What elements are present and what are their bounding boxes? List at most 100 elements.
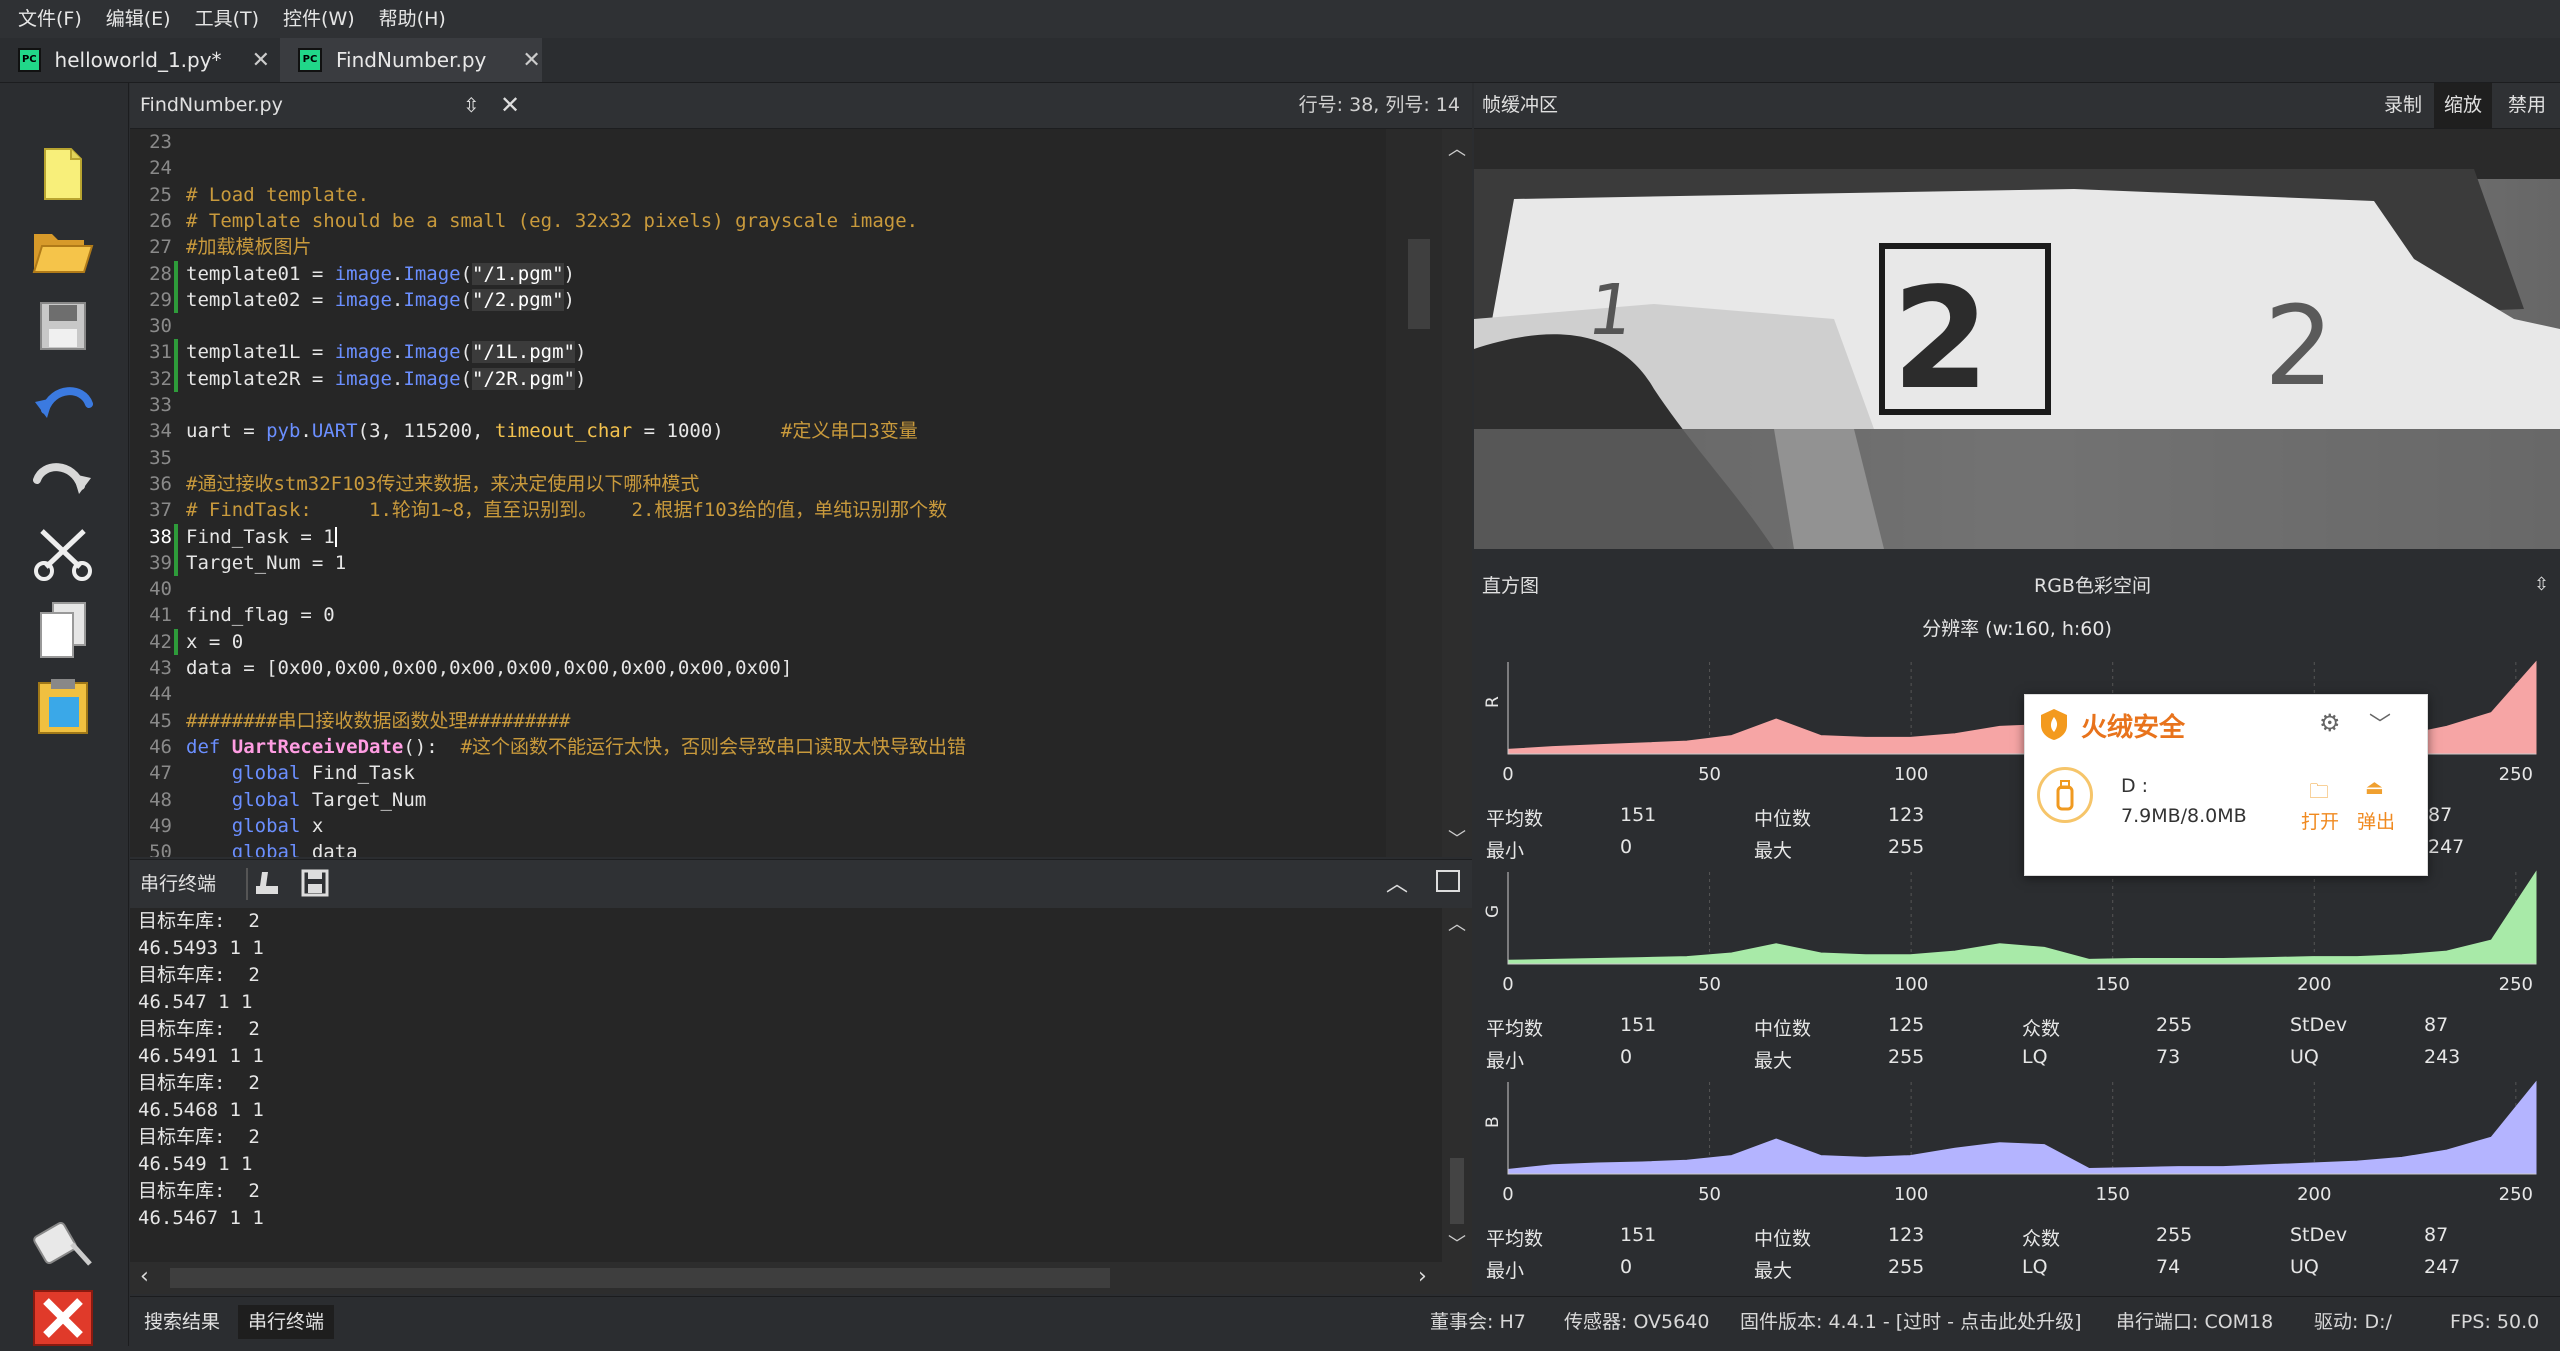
b-lq-label: LQ	[2022, 1256, 2048, 1278]
updown-arrows-icon[interactable]: ⇳	[463, 83, 480, 128]
minimap-viewport[interactable]	[1408, 239, 1430, 329]
save-log-icon[interactable]	[300, 868, 334, 902]
disable-button[interactable]: 禁用	[2498, 83, 2556, 128]
open-folder-icon[interactable]: 🗀	[2309, 777, 2329, 811]
code-line[interactable]: 42 x = 0	[130, 629, 243, 655]
scroll-right-icon[interactable]: ›	[1418, 1264, 1427, 1289]
code-token: Image	[403, 288, 461, 311]
zoom-button[interactable]: 缩放	[2434, 83, 2493, 128]
menu-file[interactable]: 文件(F)	[0, 0, 94, 38]
code-line[interactable]: 35	[130, 445, 186, 471]
code-line[interactable]: 34 uart = pyb.UART(3, 115200, timeout_cha…	[130, 418, 918, 444]
code-line[interactable]: 24	[130, 155, 186, 181]
undo-icon[interactable]	[30, 369, 96, 435]
menu-help[interactable]: 帮助(H)	[367, 0, 458, 38]
close-icon[interactable]: ✕	[500, 83, 520, 128]
eject-icon[interactable]: ⏏	[2365, 775, 2384, 799]
colorspace-select[interactable]: RGB色彩空间	[2034, 564, 2151, 609]
tab-label: helloworld_1.py*	[54, 48, 222, 72]
hscroll-thumb[interactable]	[170, 1268, 1110, 1288]
new-file-icon[interactable]	[30, 141, 96, 207]
select-arrows-icon[interactable]: ⇳	[2534, 574, 2549, 595]
drive-status: 驱动: D:/	[2314, 1311, 2392, 1333]
redo-icon[interactable]	[30, 445, 96, 511]
menu-tools[interactable]: 工具(T)	[183, 0, 271, 38]
terminal-output[interactable]: 目标车库: 2 46.5493 1 1 目标车库: 2 46.547 1 1 目标车库:…	[130, 908, 1442, 1262]
chevron-down-icon[interactable]: ﹀	[2369, 707, 2391, 739]
code-token: "/2R.pgm"	[472, 367, 575, 390]
code-line[interactable]: 43 data = [0x00,0x00,0x00,0x00,0x00,0x00,…	[130, 655, 792, 681]
minimize-panel-icon[interactable]	[1436, 870, 1460, 892]
code-scrollbar[interactable]: ︿ ﹀	[1442, 129, 1472, 857]
change-marker	[174, 339, 178, 366]
g-max-label: 最大	[1754, 1050, 1793, 1072]
collapse-up-icon[interactable]: ︿	[1386, 866, 1408, 898]
open-folder-icon[interactable]	[30, 217, 96, 283]
code-line[interactable]: 25 # Load template.	[130, 182, 369, 208]
connect-icon[interactable]	[30, 1209, 96, 1275]
code-line[interactable]: 45 ########串口接收数据函数处理#########	[130, 708, 570, 734]
code-line[interactable]: 30	[130, 313, 186, 339]
r-median: 123	[1888, 804, 1925, 826]
gear-icon[interactable]: ⚙	[2319, 709, 2341, 737]
change-marker	[174, 628, 178, 655]
code-line[interactable]: 37 # FindTask: 1.轮询1~8，直至识别到。 2.根据f103给的值…	[130, 497, 947, 523]
code-line[interactable]: 39 Target_Num = 1	[130, 550, 346, 576]
code-editor[interactable]: 23 24 25 # Load template. 26 # Template shoul…	[130, 129, 1386, 857]
code-line[interactable]: 27 #加载模板图片	[130, 234, 311, 260]
scroll-left-icon[interactable]: ‹	[140, 1264, 149, 1289]
terminal-scrollbar[interactable]: ︿ ﹀	[1442, 908, 1472, 1262]
code-line[interactable]: 47 global Find_Task	[130, 760, 415, 786]
tab-helloworld[interactable]: PC helloworld_1.py* ✕	[0, 38, 270, 82]
eject-drive-button[interactable]: 弹出	[2357, 807, 2395, 834]
scroll-thumb[interactable]	[1450, 1158, 1464, 1224]
clear-terminal-icon[interactable]	[252, 868, 286, 902]
scroll-down-icon[interactable]: ﹀	[1448, 1230, 1466, 1256]
terminal-hscrollbar[interactable]: ‹ ›	[130, 1262, 1472, 1294]
menu-widgets[interactable]: 控件(W)	[271, 0, 367, 38]
code-line[interactable]: 33	[130, 392, 186, 418]
editor-filename[interactable]: FindNumber.py	[140, 83, 283, 128]
code-line[interactable]: 26 # Template should be a small (eg. 32x3…	[130, 208, 918, 234]
code-line[interactable]: 28 template01 = image.Image("/1.pgm")	[130, 261, 575, 287]
g-min-label: 最小	[1486, 1050, 1525, 1072]
code-line[interactable]: 36 #通过接收stm32F103传过来数据，来决定使用以下哪种模式	[130, 471, 699, 497]
code-line[interactable]: 41 find_flag = 0	[130, 602, 335, 628]
code-line[interactable]: 23	[130, 129, 186, 155]
copy-icon[interactable]	[30, 597, 96, 663]
tab-search-results[interactable]: 搜索结果	[134, 1305, 230, 1339]
g-mode: 255	[2156, 1014, 2193, 1036]
record-button[interactable]: 录制	[2374, 83, 2432, 128]
stop-icon[interactable]	[30, 1285, 96, 1351]
menu-edit[interactable]: 编辑(E)	[94, 0, 183, 38]
save-icon[interactable]	[30, 293, 96, 359]
scroll-down-icon[interactable]: ﹀	[1448, 825, 1466, 851]
code-line[interactable]: 38 Find_Task = 1	[130, 524, 337, 550]
firmware-status[interactable]: 固件版本: 4.4.1 - [过时 - 点击此处升级]	[1740, 1297, 2081, 1347]
scroll-up-icon[interactable]: ︿	[1448, 910, 1466, 936]
code-line[interactable]: 44	[130, 681, 186, 707]
code-line[interactable]: 49 global x	[130, 813, 323, 839]
code-line[interactable]: 50 global data	[130, 839, 358, 857]
tab-findnumber[interactable]: PC FindNumber.py ✕	[280, 38, 542, 82]
code-token: image	[334, 341, 392, 364]
close-tab-icon[interactable]: ✕	[522, 48, 540, 73]
close-tab-icon[interactable]: ✕	[252, 48, 270, 73]
scroll-up-icon[interactable]: ︿	[1448, 135, 1466, 161]
code-line[interactable]: 40	[130, 576, 186, 602]
open-drive-button[interactable]: 打开	[2301, 807, 2339, 834]
b-stdev-label: StDev	[2290, 1224, 2348, 1246]
code-line[interactable]: 32 template2R = image.Image("/2R.pgm")	[130, 366, 586, 392]
code-token: global	[231, 762, 301, 785]
code-line[interactable]: 48 global Target_Num	[130, 787, 426, 813]
b-mean-label: 平均数	[1486, 1228, 1544, 1250]
line-number: 49	[149, 814, 172, 837]
tab-serial-terminal[interactable]: 串行终端	[238, 1305, 335, 1339]
paste-icon[interactable]	[30, 673, 96, 739]
cut-icon[interactable]	[30, 521, 96, 587]
code-line[interactable]: 29 template02 = image.Image("/2.pgm")	[130, 287, 575, 313]
x-tick-label: 250	[2499, 1184, 2533, 1205]
code-line[interactable]: 46 def UartReceiveDate(): #这个函数不能运行太快，否则会…	[130, 734, 966, 760]
terminal-line: 目标车库: 2	[138, 910, 260, 932]
code-line[interactable]: 31 template1L = image.Image("/1L.pgm")	[130, 339, 586, 365]
